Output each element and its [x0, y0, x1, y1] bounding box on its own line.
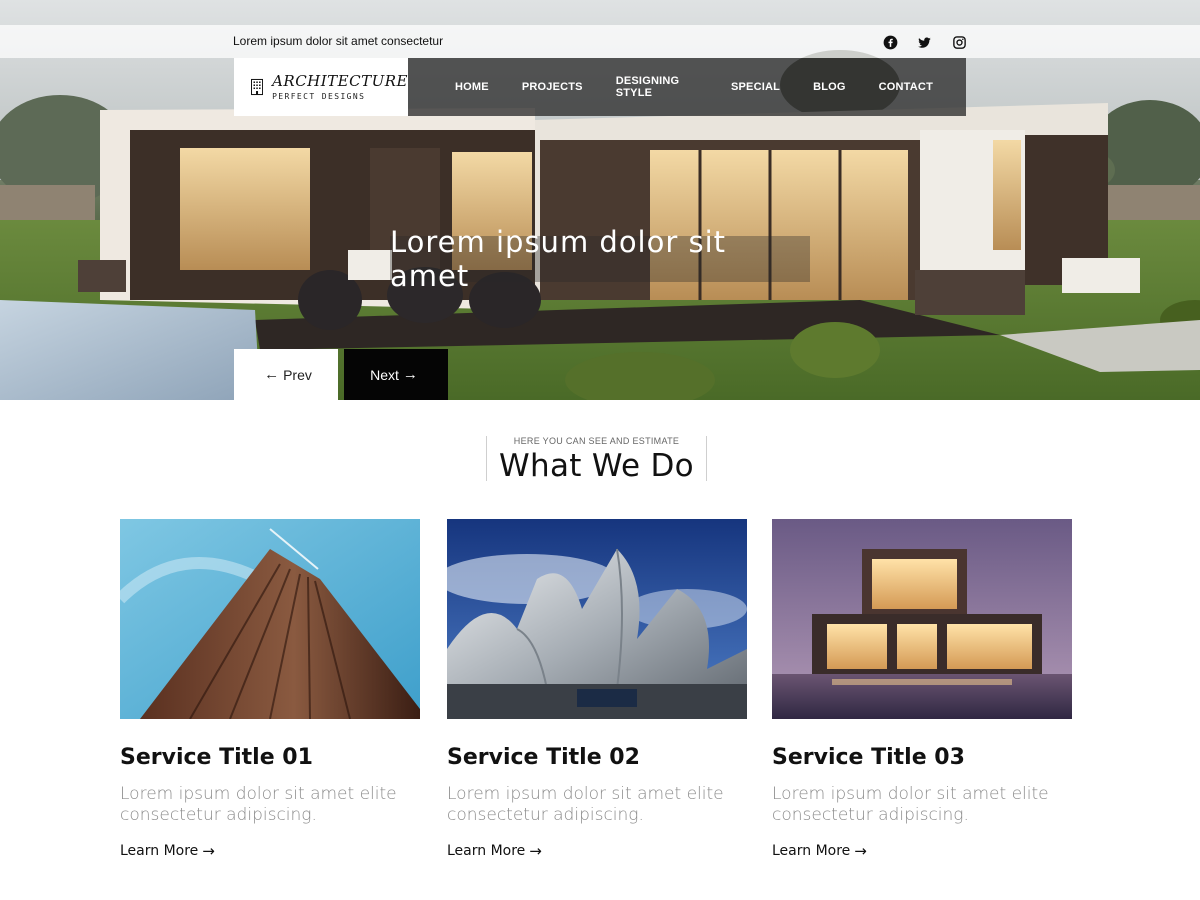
- service-title: Service Title 03: [772, 745, 965, 770]
- building-icon: [251, 78, 264, 96]
- service-description: Lorem ipsum dolor sit amet elite consect…: [447, 784, 724, 825]
- learn-more-link[interactable]: Learn More →: [772, 842, 871, 860]
- arrow-right-icon: →: [854, 842, 867, 860]
- arrow-right-icon: →: [402, 366, 418, 383]
- skyscraper-photo: [120, 519, 420, 719]
- main-nav: HOME PROJECTS DESIGNING STYLE SPECIAL BL…: [408, 58, 966, 116]
- top-tagline: Lorem ipsum dolor sit amet consectetur: [233, 34, 444, 48]
- arrow-right-icon: →: [529, 842, 542, 860]
- learn-more-label: Learn More: [120, 843, 199, 859]
- hero-title: Lorem ipsum dolor sit amet: [390, 225, 727, 293]
- service-description: Lorem ipsum dolor sit amet elite consect…: [120, 784, 397, 825]
- service-description: Lorem ipsum dolor sit amet elite consect…: [772, 784, 1049, 825]
- top-info-bar: [0, 25, 1200, 58]
- next-slide-button[interactable]: Next →: [344, 349, 448, 400]
- nav-item-designing-style[interactable]: DESIGNING STYLE: [616, 75, 698, 99]
- service-title: Service Title 01: [120, 745, 313, 770]
- twitter-icon[interactable]: [915, 33, 933, 51]
- learn-more-link[interactable]: Learn More →: [120, 842, 219, 860]
- learn-more-label: Learn More: [447, 843, 526, 859]
- nav-item-projects[interactable]: PROJECTS: [522, 81, 583, 93]
- nav-item-blog[interactable]: BLOG: [813, 81, 846, 93]
- arrow-left-icon: ←: [264, 366, 280, 383]
- next-label: Next: [370, 366, 399, 383]
- site-logo[interactable]: ARCHITECTURE PERFECT DESIGNS: [234, 58, 408, 116]
- nav-item-special[interactable]: SPECIAL: [731, 81, 780, 93]
- learn-more-label: Learn More: [772, 843, 851, 859]
- hero-title-container: Lorem ipsum dolor sit amet: [390, 225, 810, 293]
- nav-item-contact[interactable]: CONTACT: [879, 81, 933, 93]
- section-kicker: HERE YOU CAN SEE AND ESTIMATE: [513, 436, 680, 446]
- facebook-icon[interactable]: [881, 33, 899, 51]
- section-title: What We Do: [499, 448, 694, 484]
- prev-slide-button[interactable]: ← Prev: [234, 349, 338, 400]
- service-card: Service Title 03 Lorem ipsum dolor sit a…: [772, 519, 1072, 860]
- modern-house-dusk-photo: [772, 519, 1072, 719]
- learn-more-link[interactable]: Learn More →: [447, 842, 546, 860]
- prev-label: Prev: [283, 366, 312, 383]
- nav-item-home[interactable]: HOME: [455, 81, 489, 93]
- instagram-icon[interactable]: [950, 33, 968, 51]
- service-card: Service Title 01 Lorem ipsum dolor sit a…: [120, 519, 420, 860]
- section-heading: HERE YOU CAN SEE AND ESTIMATE What We Do: [486, 436, 707, 484]
- service-title: Service Title 02: [447, 745, 640, 770]
- arrow-right-icon: →: [202, 842, 215, 860]
- logo-name: ARCHITECTURE: [272, 72, 408, 90]
- metal-concert-hall-photo: [447, 519, 747, 719]
- service-card: Service Title 02 Lorem ipsum dolor sit a…: [447, 519, 747, 860]
- logo-subtitle: PERFECT DESIGNS: [272, 92, 366, 101]
